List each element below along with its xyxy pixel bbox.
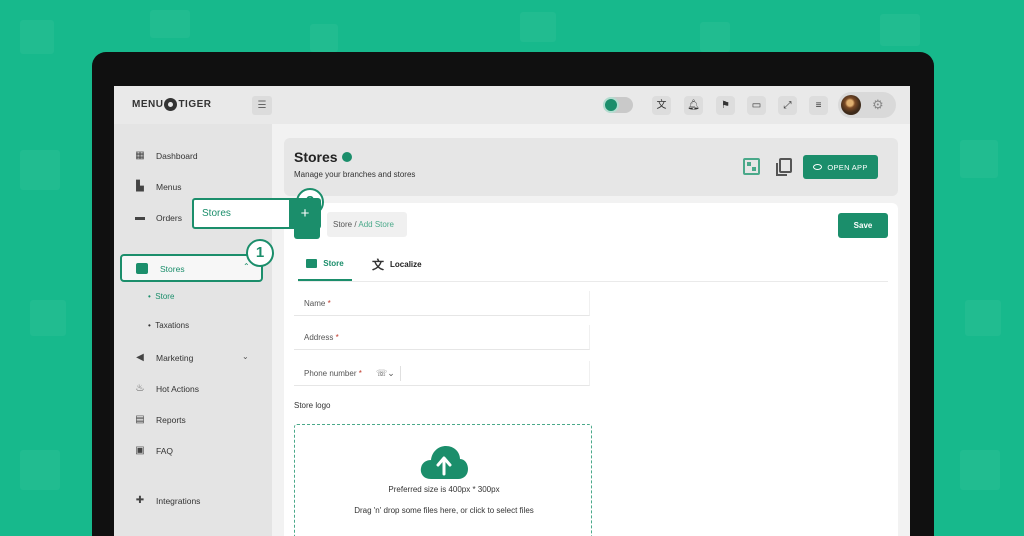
hamburger-menu-icon[interactable]: ☰: [252, 96, 272, 115]
tab-divider: [298, 281, 888, 282]
phone-number-field[interactable]: Phone number * ☏⌄: [294, 361, 590, 386]
translate-icon[interactable]: 文: [652, 96, 671, 115]
copy-icon[interactable]: [776, 158, 792, 176]
app-logo[interactable]: MENU TIGER: [132, 98, 212, 111]
sidebar-subitem-store[interactable]: • Store: [148, 292, 174, 301]
address-field[interactable]: Address *: [294, 325, 590, 350]
store-icon: [306, 258, 318, 268]
translate-icon: 文: [372, 257, 385, 272]
devices-icon[interactable]: ▭: [747, 96, 766, 115]
name-field[interactable]: Name *: [294, 291, 590, 316]
tab-localize[interactable]: 文 Localize: [372, 247, 422, 281]
open-app-button[interactable]: OPEN APP: [803, 155, 878, 179]
notes-icon[interactable]: ≡: [809, 96, 828, 115]
phone-separator: [400, 366, 401, 381]
sidebar-item-hot-actions[interactable]: ♨ Hot Actions: [134, 383, 199, 394]
breadcrumb-current: Add Store: [358, 220, 394, 229]
toggle-knob: [603, 97, 619, 113]
sidebar-item-dashboard[interactable]: ▦ Dashboard: [134, 150, 197, 161]
dropzone-size-hint: Preferred size is 400px * 300px: [388, 485, 500, 494]
sidebar-item-marketing[interactable]: ◀ Marketing: [134, 352, 193, 363]
eye-icon: [813, 164, 823, 170]
phone-country-icon[interactable]: ☏⌄: [376, 361, 395, 386]
sidebar-item-stores[interactable]: Stores ⌃: [120, 254, 263, 282]
theme-toggle[interactable]: [603, 97, 633, 113]
page-header: Stores Manage your branches and stores O…: [284, 138, 898, 196]
page-title: Stores: [294, 149, 352, 165]
faq-icon: ▣: [135, 445, 145, 456]
verified-icon: [341, 152, 352, 162]
flag-icon[interactable]: ⚑: [716, 96, 735, 115]
dropzone-instructions: Drag 'n' drop some files here, or click …: [354, 506, 534, 515]
user-menu[interactable]: ⚙: [838, 92, 896, 118]
add-store-button[interactable]: +: [289, 198, 321, 229]
bell-icon[interactable]: 🔔︎: [684, 96, 703, 115]
dashboard-icon: ▦: [135, 150, 145, 161]
breadcrumb: Store / Add Store: [327, 212, 407, 237]
logo-mark-icon: [164, 98, 178, 111]
step-badge-1: 1: [246, 239, 274, 267]
stores-callout: Stores +: [192, 198, 321, 229]
sidebar-item-reports[interactable]: ▤ Reports: [134, 414, 186, 425]
qr-code-icon[interactable]: [743, 158, 760, 175]
gear-icon[interactable]: ⚙: [872, 97, 884, 113]
menus-icon: ▙: [136, 181, 144, 192]
upload-cloud-icon: [420, 446, 468, 479]
flame-icon: ♨: [135, 383, 145, 394]
chevron-down-icon[interactable]: ⌄: [242, 352, 249, 361]
page-subtitle: Manage your branches and stores: [294, 170, 416, 179]
puzzle-icon: ✚: [135, 495, 145, 506]
tab-store[interactable]: Store: [298, 247, 352, 281]
sidebar-item-faq[interactable]: ▣ FAQ: [134, 445, 173, 456]
chevron-up-icon: ⌃: [243, 262, 250, 271]
save-button[interactable]: Save: [838, 213, 888, 238]
sidebar-item-integrations[interactable]: ✚ Integrations: [134, 495, 201, 506]
stores-icon: [136, 263, 148, 274]
breadcrumb-root[interactable]: Store: [333, 220, 352, 229]
logo-dropzone[interactable]: Preferred size is 400px * 300px Drag 'n'…: [294, 424, 592, 536]
sidebar: ▦ Dashboard ▙ Menus ▬ Orders Stores ⌃ • …: [114, 124, 272, 536]
avatar: [841, 95, 861, 115]
fullscreen-icon[interactable]: ⤢: [778, 96, 797, 115]
reports-icon: ▤: [135, 414, 145, 425]
sidebar-item-orders[interactable]: ▬ Orders: [134, 212, 182, 223]
top-bar: MENU TIGER ☰ 文 🔔︎ ⚑ ▭ ⤢ ≡ ⚙: [114, 86, 910, 124]
store-form-card: Store / Add Store Save Store 文 Localize …: [284, 203, 898, 536]
app-screen: MENU TIGER ☰ 文 🔔︎ ⚑ ▭ ⤢ ≡ ⚙ ▦ Dashboard …: [114, 86, 910, 536]
sidebar-subitem-taxations[interactable]: • Taxations: [148, 321, 189, 330]
sidebar-item-menus[interactable]: ▙ Menus: [134, 181, 181, 192]
marketing-icon: ◀: [136, 352, 144, 363]
store-logo-label: Store logo: [294, 401, 331, 410]
orders-icon: ▬: [135, 212, 145, 223]
